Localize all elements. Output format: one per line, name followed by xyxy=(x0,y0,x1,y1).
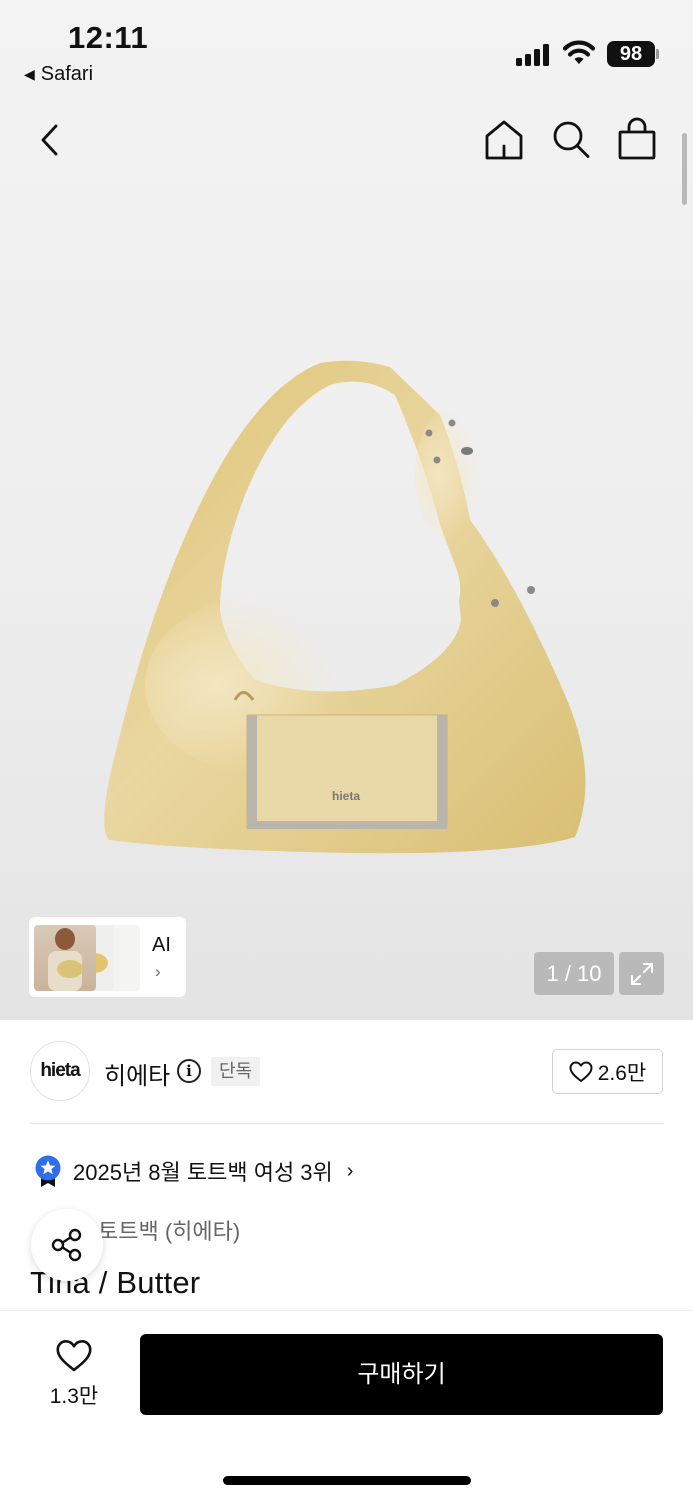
product-photo[interactable]: hieta xyxy=(95,355,595,855)
back-triangle-icon: ◀ xyxy=(24,66,35,82)
wifi-icon xyxy=(562,40,596,64)
home-indicator xyxy=(223,1476,471,1485)
back-button[interactable] xyxy=(36,120,68,165)
chevron-right-icon: › xyxy=(155,962,161,981)
home-icon xyxy=(485,120,523,160)
info-icon[interactable]: i xyxy=(177,1059,201,1083)
search-button[interactable] xyxy=(550,118,592,167)
cellular-signal-icon xyxy=(516,42,549,66)
svg-text:hieta: hieta xyxy=(332,789,360,803)
status-bar: 12:11 ◀ Safari 98 xyxy=(0,0,693,100)
shopping-bag-icon xyxy=(618,117,656,160)
battery-nub xyxy=(656,49,659,59)
home-button[interactable] xyxy=(483,118,525,167)
heart-icon xyxy=(569,1061,593,1082)
heart-icon xyxy=(56,1340,92,1372)
image-page-counter: 1 / 10 xyxy=(534,952,614,995)
share-button[interactable] xyxy=(31,1209,103,1281)
ai-styling-thumbnails[interactable]: AI › xyxy=(29,917,186,997)
back-to-safari-link[interactable]: ◀ Safari xyxy=(24,63,93,86)
chevron-right-icon: › xyxy=(346,1159,354,1182)
back-app-label: Safari xyxy=(40,63,94,85)
brand-logo[interactable]: hieta xyxy=(30,1041,90,1101)
buy-button[interactable]: 구매하기 xyxy=(140,1334,663,1415)
exclusive-badge: 단독 xyxy=(211,1057,261,1086)
search-icon xyxy=(553,121,590,158)
model-thumbnail-icon xyxy=(48,928,83,991)
chevron-left-icon xyxy=(41,124,58,156)
scroll-indicator[interactable] xyxy=(682,133,687,205)
wishlist-count: 1.3만 xyxy=(49,1385,99,1408)
share-icon xyxy=(51,1228,82,1262)
battery-icon: 98 xyxy=(607,41,655,67)
brand-like-button[interactable]: 2.6만 xyxy=(552,1049,663,1094)
expand-image-button[interactable] xyxy=(619,952,664,995)
divider xyxy=(30,1123,664,1124)
ranking-medal-icon xyxy=(35,1155,61,1187)
product-image-gallery[interactable]: 12:11 ◀ Safari 98 hieta AI › 1 / 10 xyxy=(0,0,693,1020)
bottom-action-bar: 1.3만 구매하기 xyxy=(0,1310,693,1500)
cart-button[interactable] xyxy=(617,116,657,167)
ranking-link[interactable]: 2025년 8월 토트백 여성 3위 › xyxy=(33,1154,353,1188)
wishlist-button[interactable]: 1.3만 xyxy=(40,1339,108,1409)
brand-name[interactable]: 히에타 xyxy=(104,1056,170,1091)
brand-like-count: 2.6만 xyxy=(597,1061,647,1085)
expand-icon xyxy=(630,962,653,985)
ranking-text: 2025년 8월 토트백 여성 3위 xyxy=(73,1160,333,1185)
thumbnail-1 xyxy=(34,925,96,991)
ai-label: AI xyxy=(152,934,171,956)
brand-row: hieta 히에타 i 단독 2.6만 xyxy=(30,1040,664,1102)
category-text: 토트백 (히에타) xyxy=(98,1219,241,1244)
status-time: 12:11 xyxy=(68,20,149,55)
